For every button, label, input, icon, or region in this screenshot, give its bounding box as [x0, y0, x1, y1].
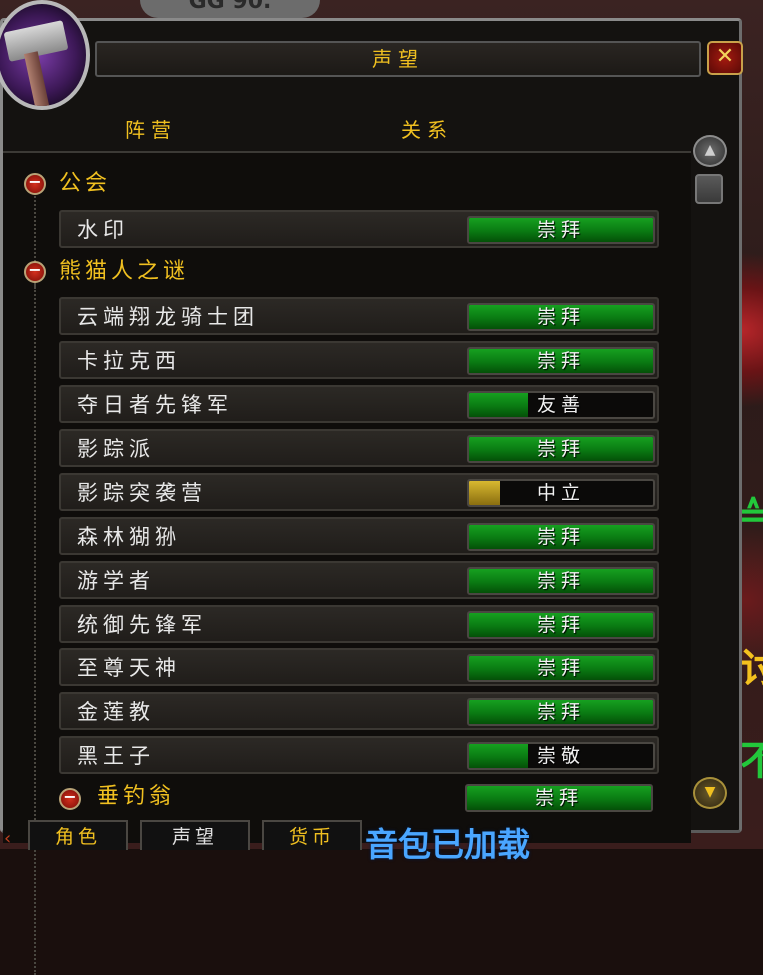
collapse-button-mop[interactable]: − — [24, 261, 46, 283]
column-header-faction[interactable]: 阵营 — [125, 114, 177, 143]
background-glyph-green-2: 不 — [740, 738, 763, 784]
standing-label: 崇拜 — [536, 701, 585, 723]
collapse-button-guild[interactable]: − — [24, 173, 46, 195]
faction-name: 夺日者先锋军 — [77, 393, 233, 417]
tab-character[interactable]: 角色 — [28, 820, 128, 850]
background-nameplate: GG 90. — [140, 0, 320, 18]
scrollbar-thumb[interactable] — [695, 174, 723, 204]
reputation-list: − 公会 水印 崇拜 − 熊猫人之谜 云端翔龙骑士团 崇拜 卡拉克西 崇拜 夺日… — [3, 151, 691, 975]
standing-label: 崇拜 — [534, 787, 583, 809]
faction-name: 水印 — [77, 218, 129, 242]
standing-label: 崇拜 — [536, 219, 585, 241]
faction-name: 影踪派 — [77, 437, 155, 461]
background-glyph-yellow: 讨 — [740, 646, 763, 692]
faction-row[interactable]: 夺日者先锋军 友善 — [59, 385, 659, 423]
faction-name: 黑王子 — [77, 744, 155, 768]
group-header-guild[interactable]: 公会 — [59, 170, 111, 198]
faction-row[interactable]: 森林猢狲 崇拜 — [59, 517, 659, 555]
faction-row[interactable]: 水印 崇拜 — [59, 210, 659, 248]
faction-name: 云端翔龙骑士团 — [77, 305, 259, 329]
subgroup-name: 垂钓翁 — [97, 784, 176, 809]
reputation-bar: 崇拜 — [465, 784, 653, 812]
reputation-bar: 崇拜 — [467, 523, 655, 551]
faction-row[interactable]: 卡拉克西 崇拜 — [59, 341, 659, 379]
tab-currency[interactable]: 货币 — [262, 820, 362, 850]
collapse-button-subgroup[interactable]: − — [59, 788, 81, 810]
column-header-relation[interactable]: 关系 — [401, 114, 453, 143]
reputation-bar: 崇拜 — [467, 347, 655, 375]
subgroup-row[interactable]: − 垂钓翁 崇拜 — [59, 780, 659, 818]
faction-name: 卡拉克西 — [77, 349, 181, 373]
standing-label: 崇拜 — [536, 657, 585, 679]
standing-label: 中立 — [536, 482, 585, 504]
faction-name: 游学者 — [77, 569, 155, 593]
close-button[interactable]: ✕ — [707, 41, 743, 75]
faction-row[interactable]: 游学者 崇拜 — [59, 561, 659, 599]
window-title: 声望 — [95, 41, 701, 77]
reputation-bar: 崇拜 — [467, 654, 655, 682]
faction-row[interactable]: 影踪派 崇拜 — [59, 429, 659, 467]
scroll-up-button[interactable]: ▲ — [693, 135, 727, 167]
reputation-bar: 崇拜 — [467, 567, 655, 595]
tree-line — [34, 275, 36, 975]
faction-row[interactable]: 至尊天神 崇拜 — [59, 648, 659, 686]
standing-label: 友善 — [536, 394, 585, 416]
standing-label: 崇拜 — [536, 526, 585, 548]
standing-label: 崇拜 — [536, 570, 585, 592]
faction-name: 森林猢狲 — [77, 525, 181, 549]
reputation-bar: 友善 — [467, 391, 655, 419]
reputation-bar: 崇拜 — [467, 216, 655, 244]
faction-row[interactable]: 黑王子 崇敬 — [59, 736, 659, 774]
faction-row[interactable]: 金莲教 崇拜 — [59, 692, 659, 730]
group-header-mop[interactable]: 熊猫人之谜 — [59, 258, 189, 286]
standing-label: 崇敬 — [536, 745, 585, 767]
faction-name: 统御先锋军 — [77, 613, 207, 637]
faction-row[interactable]: 统御先锋军 崇拜 — [59, 605, 659, 643]
faction-name: 金莲教 — [77, 700, 155, 724]
faction-name: 影踪突袭营 — [77, 481, 207, 505]
reputation-bar: 崇敬 — [467, 742, 655, 770]
standing-label: 崇拜 — [536, 614, 585, 636]
reputation-bar: 崇拜 — [467, 435, 655, 463]
standing-label: 崇拜 — [536, 350, 585, 372]
standing-label: 崇拜 — [536, 306, 585, 328]
scroll-down-button[interactable]: ▼ — [693, 777, 727, 809]
reputation-bar: 崇拜 — [467, 698, 655, 726]
tab-reputation[interactable]: 声望 — [140, 820, 250, 850]
reputation-window: 声望 ✕ 阵营 关系 − 公会 水印 崇拜 − 熊猫人之谜 云端翔龙骑士团 崇拜… — [0, 18, 743, 975]
tab-arrow-icon: ‹ — [4, 828, 12, 849]
faction-row[interactable]: 云端翔龙骑士团 崇拜 — [59, 297, 659, 335]
reputation-bar: 中立 — [467, 479, 655, 507]
faction-name: 至尊天神 — [77, 656, 181, 680]
reputation-bar: 崇拜 — [467, 611, 655, 639]
reputation-bar: 崇拜 — [467, 303, 655, 331]
background-addon-message: 音包已加载 — [365, 825, 530, 864]
faction-row[interactable]: 影踪突袭营 中立 — [59, 473, 659, 511]
standing-label: 崇拜 — [536, 438, 585, 460]
